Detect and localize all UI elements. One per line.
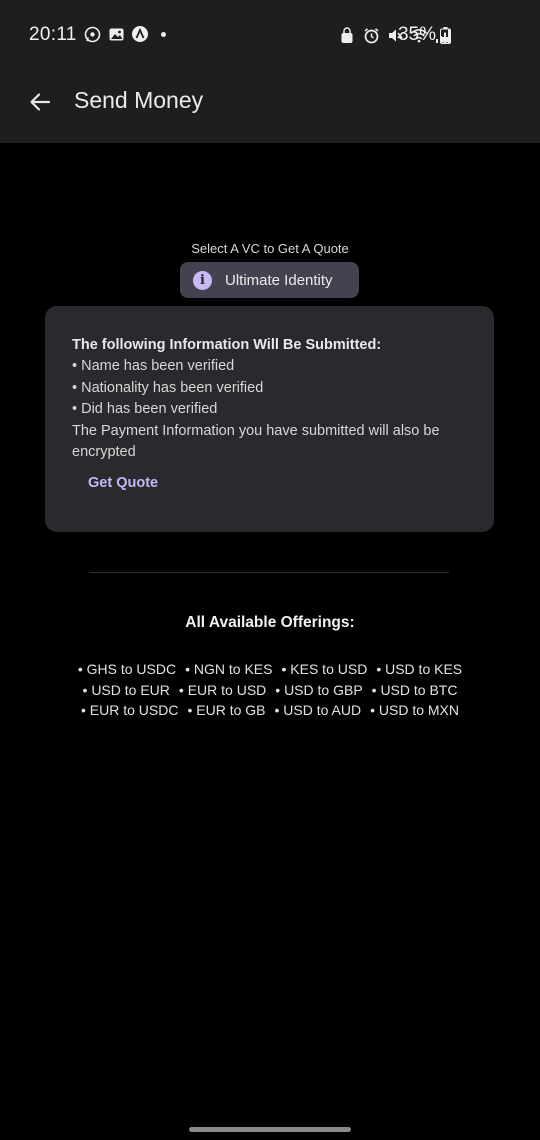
vc-chip-ultimate-identity[interactable]: i Ultimate Identity: [180, 262, 359, 298]
status-left-icons: [83, 25, 166, 43]
divider: [90, 572, 449, 573]
gallery-icon: [107, 25, 125, 43]
info-icon: i: [193, 270, 212, 290]
arrow-left-icon: [30, 93, 51, 111]
offering-item: • USD to EUR: [82, 681, 170, 698]
select-vc-label: Select A VC to Get A Quote: [191, 241, 349, 256]
alarm-icon: [362, 26, 380, 44]
card-item-nationality: • Nationality has been verified: [72, 379, 264, 396]
card-title: The following Information Will Be Submit…: [72, 337, 382, 353]
offering-item: • NGN to KES: [185, 661, 273, 677]
offering-item: • USD to AUD: [274, 702, 362, 718]
card-note-line-1: The Payment Information you have submitt…: [72, 422, 440, 439]
dot-icon: [161, 31, 166, 37]
card-item-name: • Name has been verified: [72, 358, 235, 374]
app-bar: Send Money: [0, 70, 540, 143]
offering-item: • USD to GBP: [275, 681, 363, 698]
page-title: Send Money: [74, 87, 204, 113]
vc-chip-label: Ultimate Identity: [225, 271, 333, 289]
get-quote-button[interactable]: Get Quote: [88, 475, 158, 491]
battery-percent: 35%: [397, 24, 436, 45]
whatsapp-icon: [83, 25, 101, 43]
card-item-did: • Did has been verified: [72, 401, 218, 417]
status-time: 20:11: [29, 24, 77, 45]
offerings-row: • USD to EUR • EUR to USD • USD to GBP •…: [0, 682, 540, 703]
submission-info-card: The following Information Will Be Submit…: [45, 306, 494, 532]
offerings-row: • GHS to USDC • NGN to KES • KES to USD …: [0, 661, 540, 682]
card-note-line-2: encrypted: [72, 444, 136, 460]
offering-item: • EUR to GB: [187, 702, 266, 718]
home-indicator[interactable]: [189, 1127, 351, 1132]
battery-icon: [440, 27, 451, 44]
offerings-title: All Available Offerings:: [185, 614, 355, 631]
offering-item: • EUR to USDC: [80, 702, 179, 718]
offering-item: • KES to USD: [281, 661, 368, 677]
offering-item: • USD to BTC: [371, 681, 458, 698]
offering-item: • EUR to USD: [178, 681, 267, 698]
offering-item: • USD to MXN: [370, 702, 460, 718]
offering-item: • USD to KES: [376, 661, 463, 677]
status-bar: 20:11 35%: [0, 0, 540, 70]
offerings-list: • GHS to USDC • NGN to KES • KES to USD …: [0, 661, 540, 723]
lock-icon: [338, 26, 356, 44]
back-button[interactable]: [24, 86, 56, 118]
offering-item: • GHS to USDC: [77, 661, 177, 677]
app-icon: [131, 25, 149, 43]
offerings-row: • EUR to USDC • EUR to GB • USD to AUD •…: [0, 702, 540, 723]
